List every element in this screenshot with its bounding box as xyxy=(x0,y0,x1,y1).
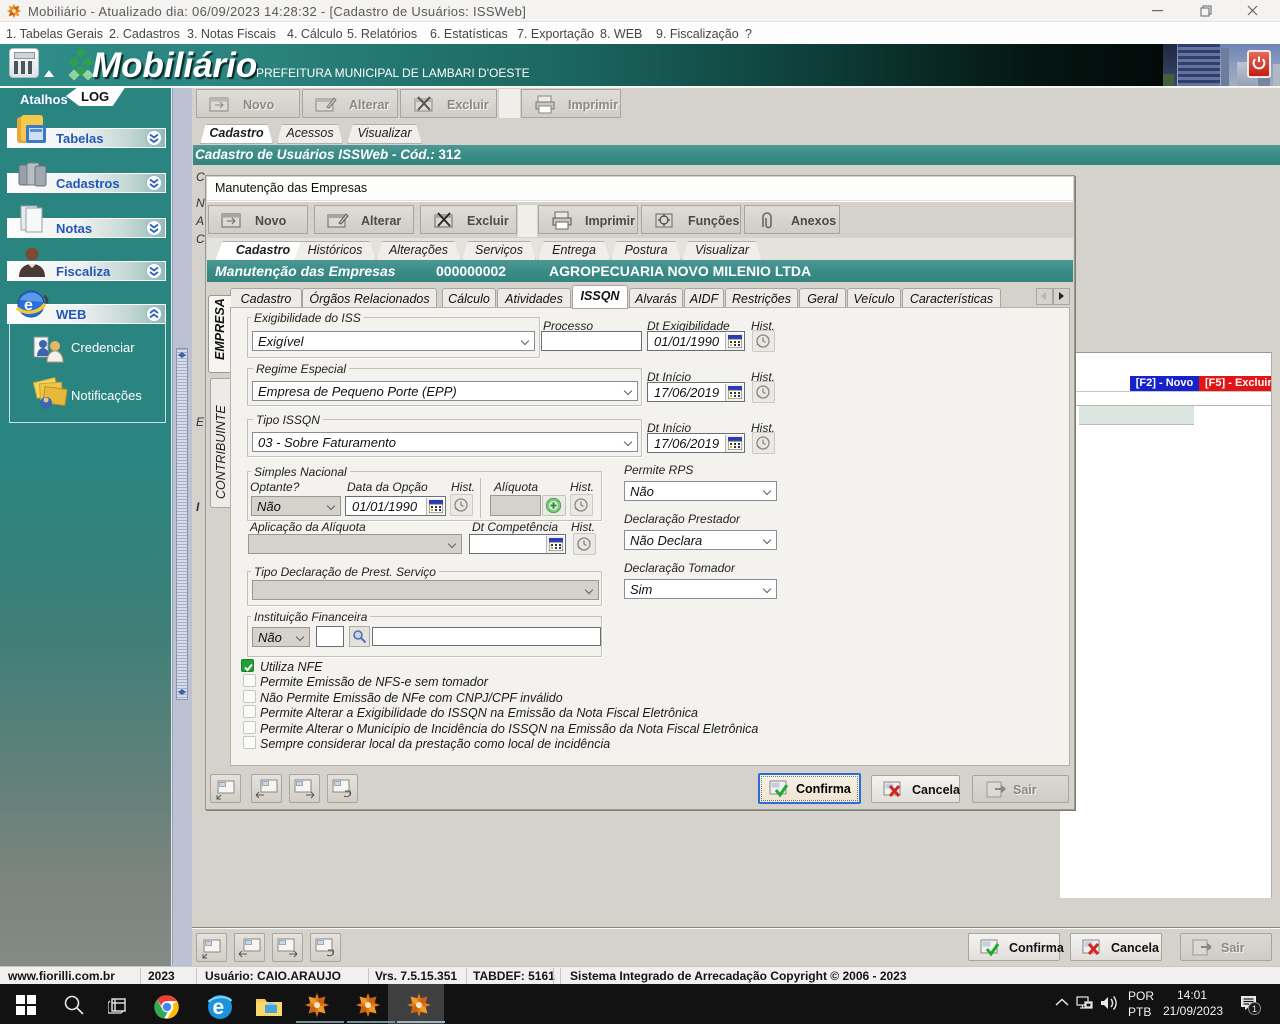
svg-text:e: e xyxy=(24,297,33,314)
svg-text:e: e xyxy=(213,996,225,1019)
